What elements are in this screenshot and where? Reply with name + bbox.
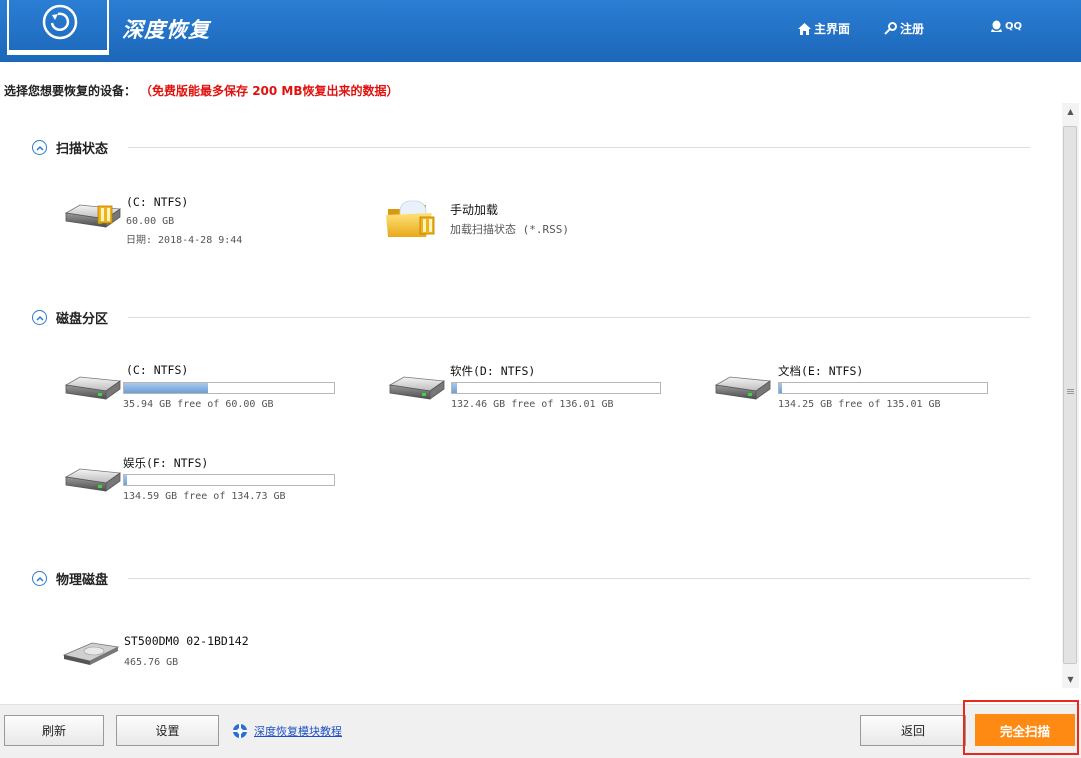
- physical-disk-icon: [62, 642, 120, 665]
- physical-disk-item[interactable]: ST500DM0 02-1BD142 465.76 GB: [62, 631, 322, 676]
- hard-drive-icon: [62, 463, 122, 497]
- qq-penguin-icon: [991, 20, 1002, 32]
- nav-home-label: 主界面: [814, 22, 851, 36]
- partition-name: 软件(D: NTFS): [450, 364, 536, 378]
- vertical-scrollbar[interactable]: ▲ ▼: [1062, 103, 1079, 688]
- free-space: 134.59 GB free of 134.73 GB: [123, 491, 286, 502]
- usage-fill: [779, 383, 782, 393]
- title-bar: 深度恢复 主界面 注册 QQ: [0, 0, 1081, 62]
- partition-name: 文档(E: NTFS): [778, 364, 864, 378]
- hard-drive-icon: [712, 371, 772, 405]
- collapse-toggle[interactable]: [32, 140, 47, 155]
- chevron-up-icon: [35, 576, 44, 582]
- nav-qq-label: QQ: [1005, 21, 1023, 32]
- section-scan-state: 扫描状态: [32, 138, 1030, 157]
- section-partitions: 磁盘分区: [32, 308, 1030, 327]
- device-prompt: 选择您想要恢复的设备： （免费版能最多保存 200 MB恢复出来的数据）: [4, 82, 399, 99]
- manual-load-desc: 加载扫描状态 (*.RSS): [450, 223, 569, 236]
- usage-bar: [451, 382, 661, 394]
- manual-load-label: 手动加载: [450, 203, 499, 217]
- full-scan-button[interactable]: 完全扫描: [975, 714, 1075, 746]
- section-title: 磁盘分区: [56, 312, 109, 327]
- drive-size: 60.00 GB: [126, 216, 175, 227]
- settings-button[interactable]: 设置: [116, 715, 219, 746]
- free-limit-notice: （免费版能最多保存 200 MB恢复出来的数据）: [146, 84, 399, 98]
- partition-f[interactable]: 娱乐(F: NTFS) 134.59 GB free of 134.73 GB: [62, 455, 352, 510]
- prompt-text: 选择您想要恢复的设备：: [4, 84, 137, 98]
- section-title: 物理磁盘: [56, 573, 109, 588]
- partition-c[interactable]: (C: NTFS) 35.94 GB free of 60.00 GB: [62, 363, 352, 418]
- partition-d[interactable]: 软件(D: NTFS) 132.46 GB free of 136.01 GB: [386, 363, 676, 418]
- hard-drive-icon: [386, 371, 446, 405]
- disk-size: 465.76 GB: [124, 657, 179, 668]
- tutorial-link-label: 深度恢复模块教程: [254, 725, 342, 738]
- bottom-toolbar: 刷新 设置 深度恢复模块教程 返回: [0, 704, 1081, 758]
- free-space: 134.25 GB free of 135.01 GB: [778, 399, 941, 410]
- scan-date: 日期: 2018-4-28 9:44: [126, 235, 243, 246]
- collapse-toggle[interactable]: [32, 310, 47, 325]
- scan-state-item-c[interactable]: (C: NTFS) 60.00 GB 日期: 2018-4-28 9:44: [62, 195, 302, 255]
- drive-name: (C: NTFS): [126, 195, 189, 209]
- usage-fill: [452, 383, 457, 393]
- folder-lock-icon: [386, 200, 435, 237]
- restore-icon: [42, 4, 78, 40]
- refresh-button[interactable]: 刷新: [4, 715, 104, 746]
- usage-fill: [124, 383, 208, 393]
- back-button[interactable]: 返回: [860, 715, 966, 746]
- usage-bar: [123, 382, 335, 394]
- home-icon: [798, 22, 811, 35]
- chevron-up-icon: [35, 315, 44, 321]
- section-title: 扫描状态: [56, 142, 109, 157]
- device-list: 扫描状态 (C: NTFS) 60.00 GB 日期: 2018-4-28 9:…: [0, 103, 1062, 688]
- key-icon: [884, 22, 897, 35]
- partition-e[interactable]: 文档(E: NTFS) 134.25 GB free of 135.01 GB: [712, 363, 1002, 418]
- scroll-thumb[interactable]: [1063, 126, 1077, 664]
- divider: [128, 578, 1030, 579]
- divider: [128, 317, 1030, 318]
- hard-drive-icon: [62, 371, 122, 405]
- nav-register[interactable]: 注册: [884, 20, 924, 37]
- section-physical-disk: 物理磁盘: [32, 569, 1030, 588]
- usage-bar: [778, 382, 988, 394]
- app-title: 深度恢复: [122, 17, 210, 42]
- hard-drive-lock-icon: [62, 199, 122, 233]
- tutorial-link[interactable]: 深度恢复模块教程: [232, 723, 342, 739]
- nav-qq[interactable]: QQ: [991, 20, 1022, 33]
- disk-model: ST500DM0 02-1BD142: [124, 634, 249, 648]
- manual-load-item[interactable]: 手动加载 加载扫描状态 (*.RSS): [386, 195, 626, 255]
- partition-name: 娱乐(F: NTFS): [123, 456, 209, 470]
- chevron-up-icon: [35, 145, 44, 151]
- collapse-toggle[interactable]: [32, 571, 47, 586]
- nav-register-label: 注册: [900, 22, 925, 36]
- scroll-up-arrow-icon[interactable]: ▲: [1062, 103, 1079, 120]
- nav-home[interactable]: 主界面: [798, 20, 850, 37]
- grip-icon: [1067, 389, 1074, 395]
- scroll-down-arrow-icon[interactable]: ▼: [1062, 671, 1079, 688]
- app-logo: [7, 0, 109, 52]
- lifebuoy-icon: [233, 724, 247, 738]
- usage-fill: [124, 475, 127, 485]
- logo-base: [7, 52, 109, 55]
- free-space: 35.94 GB free of 60.00 GB: [123, 399, 274, 410]
- free-space: 132.46 GB free of 136.01 GB: [451, 399, 614, 410]
- divider: [128, 147, 1030, 148]
- partition-name: (C: NTFS): [126, 363, 189, 377]
- usage-bar: [123, 474, 335, 486]
